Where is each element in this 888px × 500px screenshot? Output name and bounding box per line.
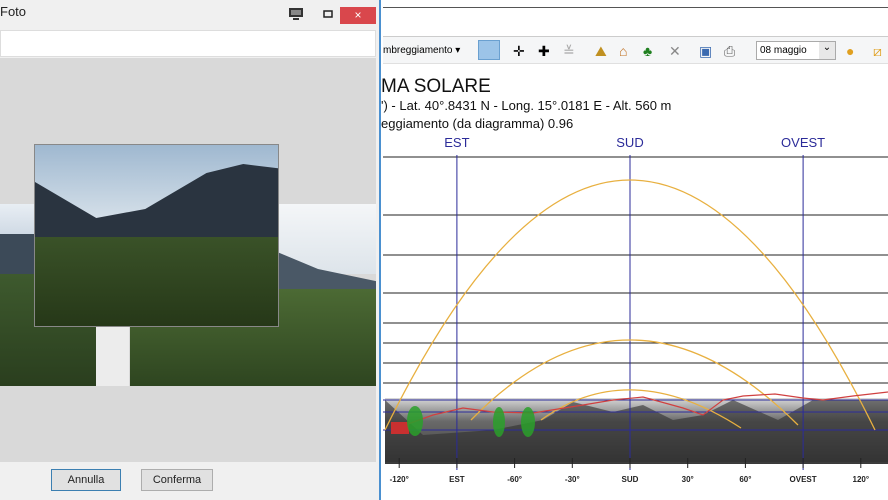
- dialog-title: Foto: [0, 4, 27, 19]
- tick-label: EST: [449, 475, 465, 484]
- shading-menu[interactable]: mbreggiamento ▾: [383, 45, 460, 56]
- terrain-icon[interactable]: ⛰: [595, 43, 607, 59]
- maximize-icon[interactable]: [320, 8, 336, 20]
- tick-label: -120°: [390, 475, 409, 484]
- direction-label-sud: SUD: [616, 135, 643, 150]
- cancel-button[interactable]: Annulla: [51, 469, 121, 491]
- view-icon[interactable]: [478, 40, 500, 60]
- shading-line: eggiamento (da diagramma) 0.96: [381, 116, 574, 131]
- tick-label: SUD: [622, 475, 639, 484]
- split-icon[interactable]: ✚: [538, 43, 550, 59]
- toolbar: mbreggiamento ▾ ✛ ✚ ≚ ⛰ ⌂ ♣ ✕ ▣ ⎙ 08 mag…: [383, 36, 888, 64]
- chevron-down-icon[interactable]: ⌄: [819, 42, 835, 59]
- obstacle-tree: [407, 406, 423, 436]
- obstacle-tree: [493, 407, 505, 437]
- photo-main[interactable]: [34, 144, 279, 327]
- tick-label: -30°: [565, 475, 580, 484]
- delete-icon[interactable]: ✕: [669, 43, 681, 59]
- obstacle-red: [391, 422, 409, 434]
- obstacle-tree: [521, 407, 535, 437]
- photo-dialog: Foto × Annulla Conferma: [0, 0, 381, 500]
- angle-icon[interactable]: ≚: [563, 43, 575, 59]
- location-line: ') - Lat. 40°.8431 N - Long. 15°.0181 E …: [381, 98, 672, 113]
- diagram-title: MA SOLARE: [381, 76, 491, 97]
- solar-chart[interactable]: EST SUD OVEST -120° EST -60° -30° SUD 30° 60° OVES…: [383, 130, 888, 500]
- print-icon[interactable]: ⎙: [724, 43, 735, 59]
- confirm-button[interactable]: Conferma: [141, 469, 213, 491]
- monitor-icon[interactable]: [288, 8, 304, 20]
- date-select[interactable]: 08 maggio ⌄: [756, 41, 836, 60]
- tick-label: OVEST: [790, 475, 817, 484]
- photo-canvas[interactable]: [0, 58, 376, 462]
- tick-label: -60°: [507, 475, 522, 484]
- tick-label: 60°: [739, 475, 751, 484]
- canvas-gap: [96, 327, 129, 386]
- close-button[interactable]: ×: [340, 7, 376, 24]
- tree-icon[interactable]: ♣: [643, 43, 652, 59]
- direction-label-est: EST: [444, 135, 469, 150]
- photo-toolbar-strip: [0, 30, 376, 57]
- solar-diagram-app: mbreggiamento ▾ ✛ ✚ ≚ ⛰ ⌂ ♣ ✕ ▣ ⎙ 08 mag…: [381, 0, 888, 500]
- tick-label: 120°: [853, 475, 870, 484]
- panel-icon[interactable]: ⧄: [873, 43, 882, 59]
- move-icon[interactable]: ✛: [513, 43, 525, 59]
- save-icon[interactable]: ▣: [699, 43, 712, 59]
- divider: [383, 7, 888, 8]
- sun-icon[interactable]: ●: [846, 43, 854, 59]
- tick-label: 30°: [682, 475, 694, 484]
- house-icon[interactable]: ⌂: [619, 43, 627, 59]
- direction-label-ovest: OVEST: [781, 135, 825, 150]
